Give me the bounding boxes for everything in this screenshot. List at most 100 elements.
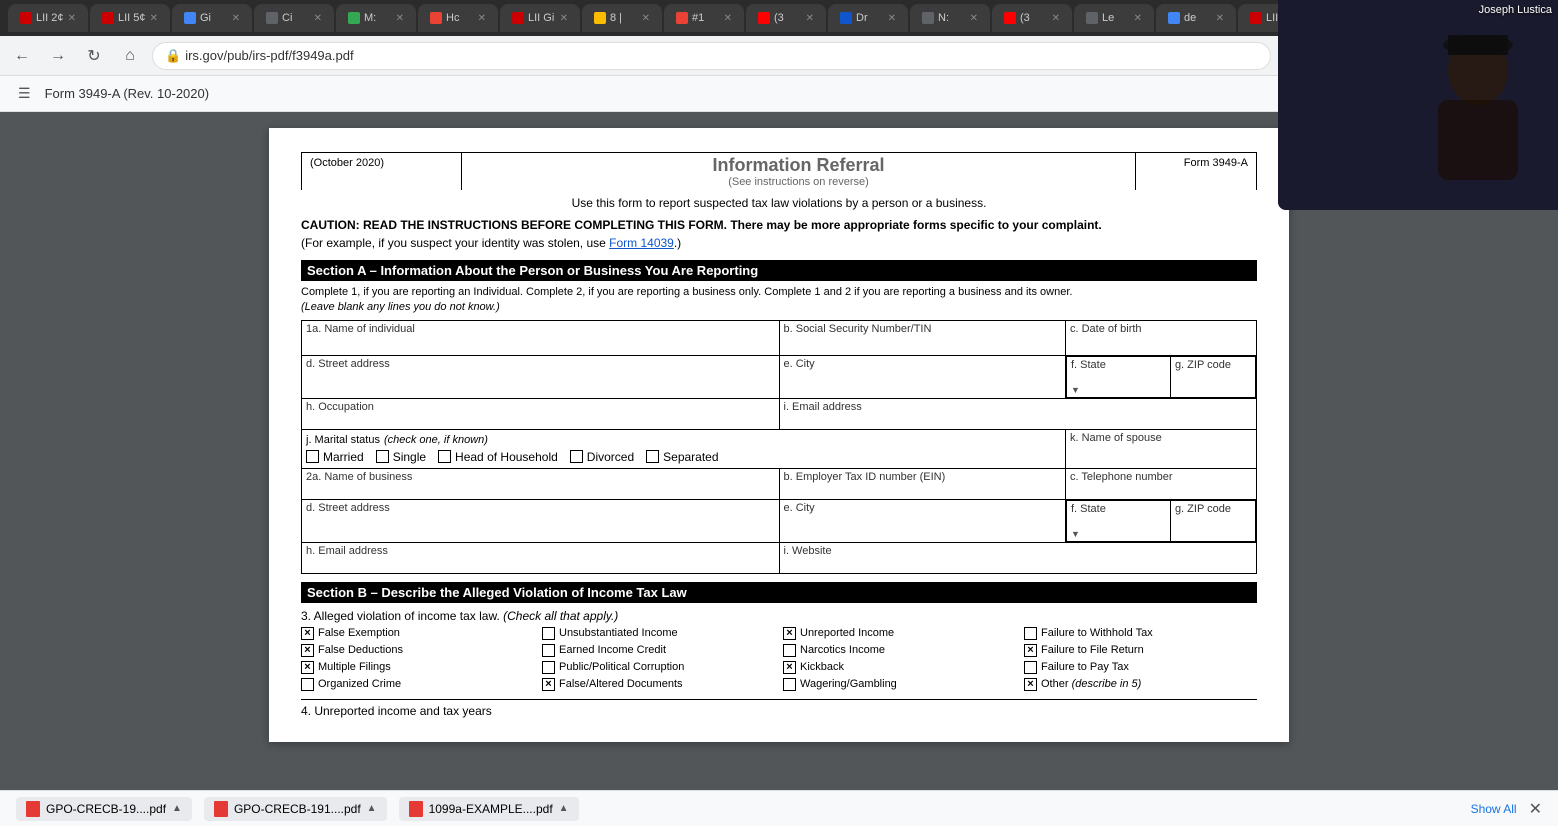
back-button[interactable]: ← <box>8 42 36 70</box>
field-j-subtext: (check one, if known) <box>384 434 488 446</box>
tab-m[interactable]: M:✕ <box>336 4 416 32</box>
tab-ci[interactable]: Ci✕ <box>254 4 334 32</box>
field-1g-label: g. ZIP code <box>1175 359 1251 371</box>
tab-hc[interactable]: Hc✕ <box>418 4 498 32</box>
single-checkbox[interactable]: Single <box>376 450 426 464</box>
violation-earned-income-credit[interactable]: Earned Income Credit <box>542 644 775 657</box>
pdf-content-area: (October 2020) Information Referral (See… <box>0 112 1558 790</box>
reload-button[interactable]: ↻ <box>80 42 108 70</box>
violation-narcotics-income[interactable]: Narcotics Income <box>783 644 1016 657</box>
open-file-1[interactable]: GPO-CRECB-19....pdf ▲ <box>16 797 192 821</box>
marital-status-options: Married Single Head of Household Divorce… <box>306 450 1061 464</box>
address-text: irs.gov/pub/irs-pdf/f3949a.pdf <box>185 48 353 63</box>
violation-wagering[interactable]: Wagering/Gambling <box>783 678 1016 691</box>
field-2e-label: e. City <box>784 502 1062 514</box>
caution-normal: (For example, if you suspect your identi… <box>301 236 609 250</box>
divorced-checkbox[interactable]: Divorced <box>570 450 634 464</box>
tab-dr[interactable]: Dr✕ <box>828 4 908 32</box>
tab-mail[interactable]: #1✕ <box>664 4 744 32</box>
false-exemption-checkbox[interactable] <box>301 627 314 640</box>
false-documents-checkbox[interactable] <box>542 678 555 691</box>
home-button[interactable]: ⌂ <box>116 42 144 70</box>
form-date-left: (October 2020) <box>302 153 462 190</box>
field-1d-cell: d. Street address <box>302 355 780 398</box>
show-all-button[interactable]: Show All <box>1471 802 1517 816</box>
violation-kickback[interactable]: Kickback <box>783 661 1016 674</box>
wagering-checkbox[interactable] <box>783 678 796 691</box>
field-1b-label: b. Social Security Number/TIN <box>784 323 1062 335</box>
failure-withhold-checkbox[interactable] <box>1024 627 1037 640</box>
field-2g-label: g. ZIP code <box>1175 503 1251 515</box>
webcam-person-svg <box>1278 0 1558 210</box>
close-bottom-bar-button[interactable]: ✕ <box>1529 799 1542 819</box>
narcotics-income-checkbox[interactable] <box>783 644 796 657</box>
violation-false-documents[interactable]: False/Altered Documents <box>542 678 775 691</box>
field-j-label: j. Marital status <box>306 434 380 446</box>
violation-other[interactable]: Other (describe in 5) <box>1024 678 1257 691</box>
violation-false-exemption[interactable]: False Exemption <box>301 627 534 640</box>
political-corruption-checkbox[interactable] <box>542 661 555 674</box>
field-2h-cell: h. Email address <box>302 542 780 573</box>
organized-crime-checkbox[interactable] <box>301 678 314 691</box>
unsubstantiated-income-checkbox[interactable] <box>542 627 555 640</box>
caution-bold: CAUTION: READ THE INSTRUCTIONS BEFORE CO… <box>301 218 1102 232</box>
forward-button[interactable]: → <box>44 42 72 70</box>
violation-failure-withhold[interactable]: Failure to Withhold Tax <box>1024 627 1257 640</box>
section-a-header: Section A – Information About the Person… <box>301 260 1257 281</box>
head-of-household-checkbox[interactable]: Head of Household <box>438 450 558 464</box>
tab-de[interactable]: de✕ <box>1156 4 1236 32</box>
address-bar[interactable]: 🔒 irs.gov/pub/irs-pdf/f3949a.pdf <box>152 42 1271 70</box>
section-a-instructions: Complete 1, if you are reporting an Indi… <box>301 285 1257 316</box>
violation-false-deductions[interactable]: False Deductions <box>301 644 534 657</box>
tab-8[interactable]: 8 |✕ <box>582 4 662 32</box>
violation-organized-crime[interactable]: Organized Crime <box>301 678 534 691</box>
form-table-section1: 1a. Name of individual b. Social Securit… <box>301 320 1257 574</box>
tab-n[interactable]: N:✕ <box>910 4 990 32</box>
tab-lii-5c[interactable]: LII 5¢✕ <box>90 4 170 32</box>
instructions-line: Use this form to report suspected tax la… <box>301 196 1257 210</box>
field-3-subtext: (Check all that apply.) <box>503 609 618 623</box>
violations-grid: False Exemption Unsubstantiated Income U… <box>301 627 1257 691</box>
form-title-center: Information Referral (See instructions o… <box>462 153 1136 190</box>
kickback-checkbox[interactable] <box>783 661 796 674</box>
failure-pay-checkbox[interactable] <box>1024 661 1037 674</box>
field-2c-cell: c. Telephone number <box>1066 468 1257 499</box>
field-2b-label: b. Employer Tax ID number (EIN) <box>784 471 1062 483</box>
earned-income-credit-checkbox[interactable] <box>542 644 555 657</box>
file-name-3: 1099a-EXAMPLE....pdf <box>429 802 553 816</box>
unreported-income-checkbox[interactable] <box>783 627 796 640</box>
field-2a-cell: 2a. Name of business <box>302 468 780 499</box>
violation-political-corruption[interactable]: Public/Political Corruption <box>542 661 775 674</box>
pdf-icon-1 <box>26 801 40 817</box>
violation-failure-pay[interactable]: Failure to Pay Tax <box>1024 661 1257 674</box>
other-checkbox[interactable] <box>1024 678 1037 691</box>
form-header: (October 2020) Information Referral (See… <box>301 152 1257 190</box>
open-file-3[interactable]: 1099a-EXAMPLE....pdf ▲ <box>399 797 579 821</box>
tab-gi[interactable]: Gi✕ <box>172 4 252 32</box>
violation-unreported-income[interactable]: Unreported Income <box>783 627 1016 640</box>
open-file-2[interactable]: GPO-CRECB-191....pdf ▲ <box>204 797 387 821</box>
violation-multiple-filings[interactable]: Multiple Filings <box>301 661 534 674</box>
violation-failure-file[interactable]: Failure to File Return <box>1024 644 1257 657</box>
chevron-icon-3: ▲ <box>559 803 569 814</box>
tab-le[interactable]: Le✕ <box>1074 4 1154 32</box>
tab-lii-2c-1[interactable]: LII 2¢✕ <box>8 4 88 32</box>
married-checkbox[interactable]: Married <box>306 450 364 464</box>
field-1i-label: i. Email address <box>784 401 1253 413</box>
bottom-file-bar: GPO-CRECB-19....pdf ▲ GPO-CRECB-191....p… <box>0 790 1558 826</box>
false-deductions-checkbox[interactable] <box>301 644 314 657</box>
tab-lii-gi[interactable]: LII Gi✕ <box>500 4 580 32</box>
form-14039-link[interactable]: Form 14039 <box>609 236 674 250</box>
violation-unsubstantiated-income[interactable]: Unsubstantiated Income <box>542 627 775 640</box>
tab-yt-2[interactable]: (3✕ <box>992 4 1072 32</box>
failure-file-checkbox[interactable] <box>1024 644 1037 657</box>
field-1a-label: 1a. Name of individual <box>306 323 775 335</box>
webcam-overlay: Joseph Lustica <box>1278 0 1558 210</box>
field-2d-label: d. Street address <box>306 502 775 514</box>
tab-yt-1[interactable]: (3✕ <box>746 4 826 32</box>
multiple-filings-checkbox[interactable] <box>301 661 314 674</box>
sidebar-toggle-button[interactable]: ☰ <box>12 81 37 106</box>
webcam-user-name: Joseph Lustica <box>1479 4 1552 16</box>
field-4-row: 4. Unreported income and tax years <box>301 699 1257 718</box>
separated-checkbox[interactable]: Separated <box>646 450 718 464</box>
